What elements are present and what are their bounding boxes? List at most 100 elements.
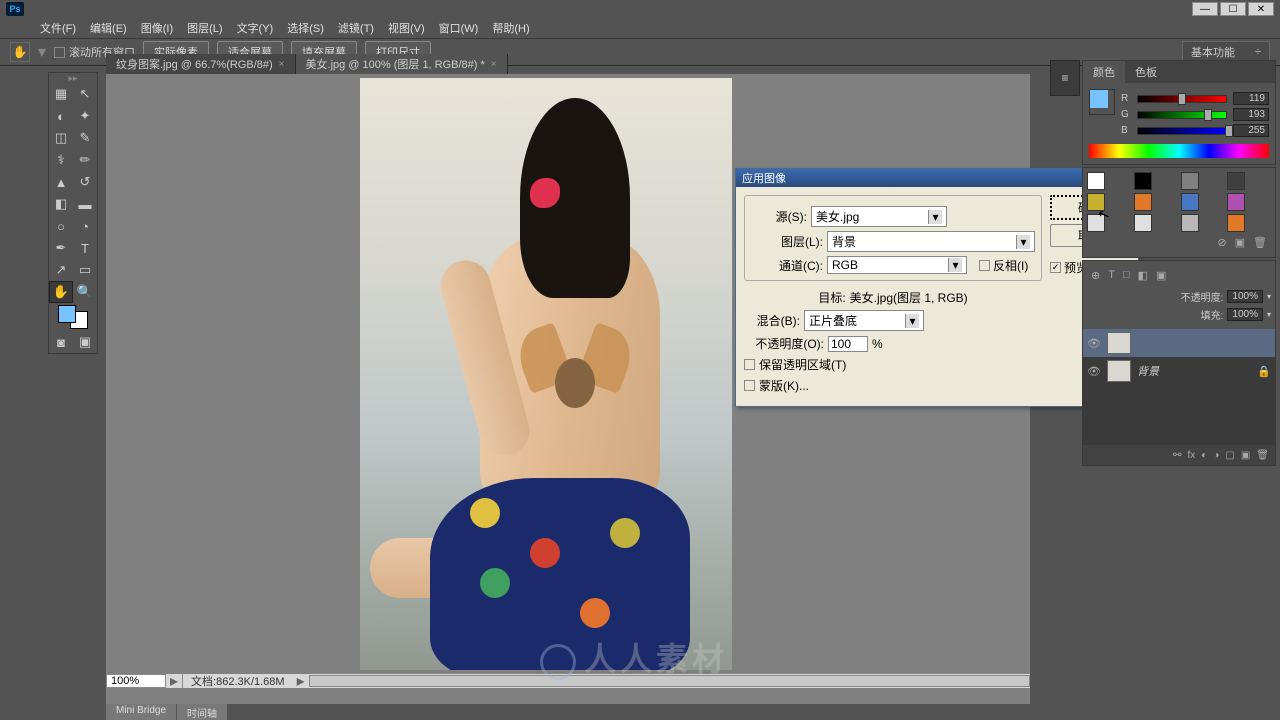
b-slider[interactable] (1137, 127, 1227, 135)
shape-tool-icon[interactable]: ▭ (73, 259, 97, 281)
swatch-cell[interactable] (1227, 193, 1245, 211)
layer-row[interactable]: 👁 (1083, 329, 1275, 357)
filter-icon[interactable]: ▣ (1156, 269, 1166, 282)
document-tab[interactable]: 美女.jpg @ 100% (图层 1, RGB/8#) *× (296, 54, 508, 74)
history-brush-icon[interactable]: ↺ (73, 171, 97, 193)
pen-tool-icon[interactable]: ✒ (49, 237, 73, 259)
swatch-cell[interactable] (1134, 172, 1152, 190)
swatch-icon[interactable]: 🗑 (1253, 236, 1267, 249)
filter-icon[interactable]: □ (1123, 269, 1130, 282)
layer-thumbnail[interactable] (1107, 332, 1131, 354)
menu-view[interactable]: 视图(V) (388, 20, 425, 36)
marquee-tool-icon[interactable]: ↖ (73, 83, 97, 105)
gradient-tool-icon[interactable]: ▬ (73, 193, 97, 215)
new-layer-icon[interactable]: ▣ (1241, 450, 1250, 461)
maximize-button[interactable]: ☐ (1220, 2, 1246, 16)
move-tool-icon[interactable]: ▦ (49, 83, 73, 105)
hand-tool-icon[interactable]: ✋ (10, 42, 30, 62)
lasso-tool-icon[interactable]: ◐ (49, 105, 73, 127)
b-value[interactable]: 255 (1233, 124, 1269, 137)
group-icon[interactable]: ▢ (1225, 450, 1234, 461)
menu-image[interactable]: 图像(I) (141, 20, 173, 36)
dodge-tool-icon[interactable]: ◔ (73, 215, 97, 237)
menu-help[interactable]: 帮助(H) (492, 20, 529, 36)
g-slider[interactable] (1137, 111, 1227, 119)
brush-tool-icon[interactable]: ✏ (73, 149, 97, 171)
layer-name[interactable]: 背景 (1137, 363, 1159, 379)
source-select[interactable]: 美女.jpg▾ (811, 206, 947, 227)
menu-file[interactable]: 文件(F) (40, 20, 76, 36)
path-tool-icon[interactable]: ↗ (49, 259, 73, 281)
menu-edit[interactable]: 编辑(E) (90, 20, 127, 36)
filter-icon[interactable]: T (1108, 269, 1115, 282)
visibility-icon[interactable]: 👁 (1087, 337, 1101, 350)
swatch-icon[interactable]: ▣ (1235, 236, 1245, 249)
swatch-cell[interactable] (1227, 172, 1245, 190)
menu-select[interactable]: 选择(S) (287, 20, 324, 36)
swatches-tab[interactable]: 色板 (1125, 61, 1167, 83)
quickmask-icon[interactable]: ◙ (49, 331, 73, 353)
filter-icon[interactable]: ◧ (1138, 269, 1148, 282)
close-button[interactable]: ✕ (1248, 2, 1274, 16)
layer-row[interactable]: 👁 背景 🔒 (1083, 357, 1275, 385)
stamp-tool-icon[interactable]: ▲ (49, 171, 73, 193)
wand-tool-icon[interactable]: ✦ (73, 105, 97, 127)
r-slider[interactable] (1137, 95, 1227, 103)
crop-tool-icon[interactable]: ◫ (49, 127, 73, 149)
tab-close-icon[interactable]: × (491, 59, 497, 70)
g-value[interactable]: 193 (1233, 108, 1269, 121)
document-tab[interactable]: 纹身图案.jpg @ 66.7%(RGB/8#)× (106, 54, 296, 74)
blend-select[interactable]: 正片叠底▾ (804, 310, 924, 331)
mask-checkbox[interactable]: 蒙版(K)... (744, 377, 1042, 394)
channel-select[interactable]: RGB▾ (827, 256, 967, 274)
color-preview[interactable] (1089, 89, 1115, 115)
hand-tool-icon[interactable]: ✋ (49, 281, 73, 303)
menu-window[interactable]: 窗口(W) (439, 20, 479, 36)
tab-close-icon[interactable]: × (279, 59, 285, 70)
swatch-cell[interactable] (1134, 193, 1152, 211)
color-swatches[interactable] (58, 305, 88, 329)
swatch-cell[interactable] (1181, 193, 1199, 211)
healing-tool-icon[interactable]: ⚕ (49, 149, 73, 171)
blur-tool-icon[interactable]: ○ (49, 215, 73, 237)
visibility-icon[interactable]: 👁 (1087, 365, 1101, 378)
fx-icon[interactable]: fx (1188, 450, 1196, 461)
opacity-input[interactable] (828, 336, 868, 352)
zoom-tool-icon[interactable]: 🔍 (73, 281, 97, 303)
invert-checkbox[interactable]: 反相(I) (979, 257, 1028, 274)
foreground-color-swatch[interactable] (58, 305, 76, 323)
mini-bridge-tab[interactable]: Mini Bridge (106, 704, 177, 720)
screenmode-icon[interactable]: ▣ (73, 331, 97, 353)
eyedropper-tool-icon[interactable]: ✎ (73, 127, 97, 149)
minimize-button[interactable]: — (1192, 2, 1218, 16)
r-value[interactable]: 119 (1233, 92, 1269, 105)
layer-filter-row: ⊕ T □ ◧ ▣ (1087, 265, 1271, 286)
menu-filter[interactable]: 滤镜(T) (338, 20, 374, 36)
adjustment-icon[interactable]: ◑ (1213, 450, 1219, 461)
mask-icon[interactable]: ◐ (1201, 450, 1207, 461)
swatch-cell[interactable] (1087, 172, 1105, 190)
menu-layer[interactable]: 图层(L) (187, 20, 222, 36)
swatch-cell[interactable] (1181, 172, 1199, 190)
swatch-cell[interactable] (1181, 214, 1199, 232)
color-tab[interactable]: 颜色 (1083, 61, 1125, 83)
timeline-tab[interactable]: 时间轴 (177, 704, 228, 720)
layer-select[interactable]: 背景▾ (827, 231, 1035, 252)
swatch-cell[interactable] (1227, 214, 1245, 232)
zoom-input[interactable] (106, 674, 166, 688)
trash-icon[interactable]: 🗑 (1256, 450, 1269, 461)
menu-type[interactable]: 文字(Y) (237, 20, 274, 36)
preserve-transparency-checkbox[interactable]: 保留透明区域(T) (744, 356, 1042, 373)
layer-opacity-value[interactable]: 100% (1227, 290, 1263, 303)
layer-thumbnail[interactable] (1107, 360, 1131, 382)
spectrum-bar[interactable] (1089, 144, 1269, 158)
dock-icon[interactable]: ≡ (1054, 67, 1076, 89)
swatch-icon[interactable]: ⊘ (1217, 236, 1226, 249)
filter-icon[interactable]: ⊕ (1091, 269, 1100, 282)
layer-fill-value[interactable]: 100% (1227, 308, 1263, 321)
swatch-cell[interactable] (1134, 214, 1152, 232)
link-icon[interactable]: ⚯ (1173, 450, 1181, 461)
type-tool-icon[interactable]: T (73, 237, 97, 259)
eraser-tool-icon[interactable]: ◧ (49, 193, 73, 215)
dialog-titlebar[interactable]: 应用图像 ✕ (736, 169, 1138, 187)
